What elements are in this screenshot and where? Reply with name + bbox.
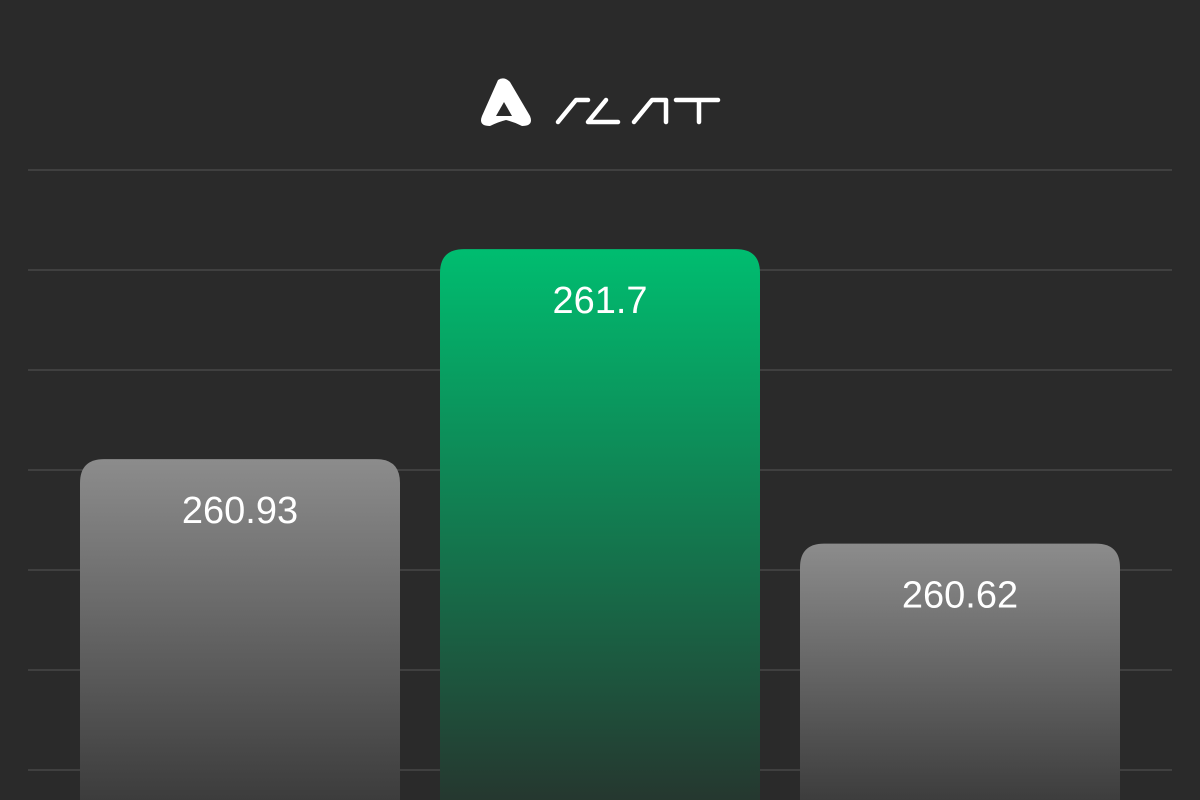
bar-highlighted bbox=[440, 249, 760, 800]
chart-card: ALAT 260.93261.7260.62 bbox=[0, 0, 1200, 800]
bar-value-label: 260.93 bbox=[182, 490, 298, 532]
bar-chart: 260.93 261.7 260.62 bbox=[28, 169, 1172, 800]
bar-value-label: 260.62 bbox=[902, 575, 1018, 617]
bar-value-label: 261.7 bbox=[552, 280, 647, 322]
